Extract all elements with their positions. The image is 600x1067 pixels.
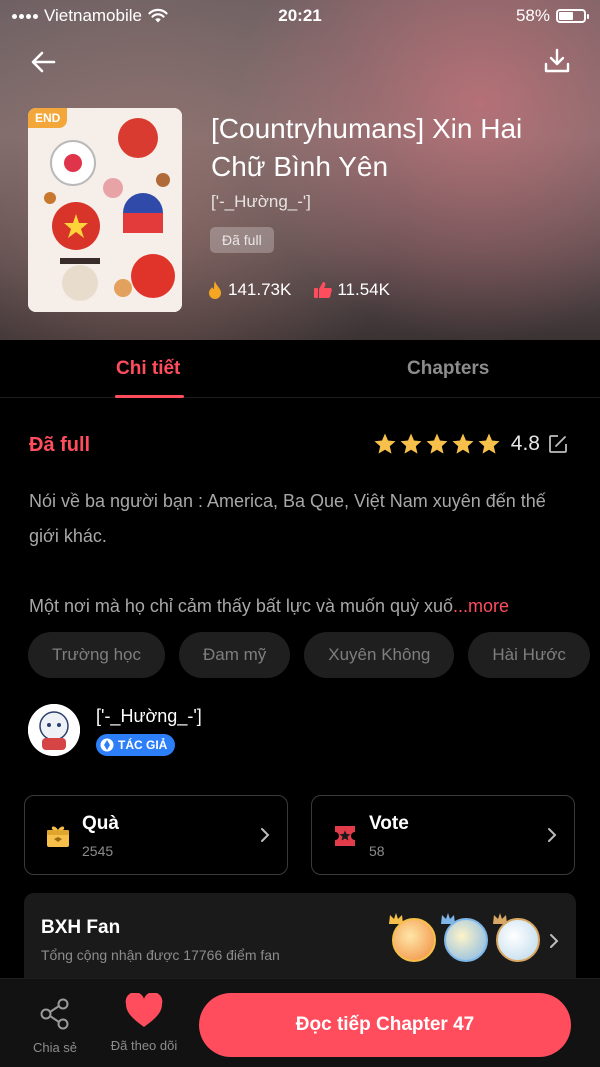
back-arrow-icon[interactable] bbox=[28, 46, 60, 78]
continue-reading-button[interactable]: Đọc tiếp Chapter 47 bbox=[199, 993, 571, 1057]
views-count: 141.73K bbox=[228, 280, 292, 299]
gift-icon bbox=[47, 826, 69, 847]
star-icon bbox=[452, 433, 474, 454]
star-icon bbox=[374, 433, 396, 454]
star-icon bbox=[478, 433, 500, 454]
description-paragraph-2: Một nơi mà họ chỉ cảm thấy bất lực và mu… bbox=[29, 596, 510, 616]
tag-list: Trường học Đam mỹ Xuyên Không Hài Hước bbox=[28, 632, 600, 678]
author-badge-icon bbox=[100, 738, 114, 752]
battery-percent: 58% bbox=[515, 6, 550, 25]
gift-count: 2545 bbox=[82, 843, 114, 859]
vote-ticket-icon bbox=[335, 826, 355, 846]
fan-ranking[interactable]: BXH Fan Tổng cộng nhận được 17766 điểm f… bbox=[24, 893, 576, 988]
avatar-art bbox=[28, 704, 80, 756]
top-fans bbox=[389, 913, 540, 962]
description-paragraph-1: Nói về ba người bạn : America, Ba Que, V… bbox=[29, 491, 546, 546]
thumbs-up-icon bbox=[314, 282, 333, 298]
vote-card[interactable]: Vote 58 bbox=[311, 795, 575, 875]
vote-count: 58 bbox=[369, 843, 385, 859]
share-label: Chia sẻ bbox=[32, 1040, 78, 1055]
cover-art bbox=[28, 108, 182, 312]
tab-chapters[interactable]: Chapters bbox=[407, 358, 489, 380]
completion-status: Đã full bbox=[29, 434, 91, 456]
fan-ranking-title: BXH Fan bbox=[41, 917, 121, 938]
tag-chip[interactable]: Trường học bbox=[28, 632, 165, 678]
crown-icon bbox=[389, 913, 403, 924]
follow-label: Đã theo dõi bbox=[110, 1038, 178, 1053]
tab-details[interactable]: Chi tiết bbox=[116, 358, 180, 380]
book-cover[interactable]: END bbox=[28, 108, 182, 312]
share-button[interactable]: Chia sẻ bbox=[30, 997, 80, 1055]
book-title: [Countryhumans] Xin Hai Chữ Bình Yên bbox=[211, 113, 523, 182]
star-icon bbox=[426, 433, 448, 454]
edit-icon[interactable] bbox=[548, 434, 568, 454]
fan-ranking-subtitle: Tổng cộng nhận được 17766 điểm fan bbox=[41, 947, 280, 963]
more-link[interactable]: ...more bbox=[453, 596, 509, 616]
download-icon[interactable] bbox=[542, 46, 572, 76]
status-bar: Vietnamobile 20:21 58% bbox=[0, 0, 600, 34]
chevron-right-icon bbox=[261, 828, 270, 842]
author-name[interactable]: ['-_Hường_-'] bbox=[96, 706, 202, 727]
vote-label: Vote bbox=[369, 813, 409, 834]
status-time: 20:21 bbox=[278, 6, 322, 25]
chevron-right-icon bbox=[550, 934, 559, 948]
bottom-action-bar: Chia sẻ Đã theo dõi Đọc tiếp Chapter 47 bbox=[0, 978, 600, 1067]
battery-icon bbox=[556, 9, 589, 23]
heart-icon bbox=[125, 992, 163, 1027]
description: Nói về ba người bạn : America, Ba Que, V… bbox=[29, 484, 574, 624]
fan-avatar[interactable] bbox=[493, 913, 540, 962]
book-header: Vietnamobile 20:21 58% END [Countryhuman… bbox=[0, 0, 600, 340]
fire-icon bbox=[209, 281, 221, 299]
author-badge: TÁC GIẢ bbox=[96, 734, 176, 756]
views-stat: 141.73K bbox=[206, 280, 291, 300]
active-tab-indicator bbox=[115, 395, 184, 398]
status-badge: Đã full bbox=[210, 227, 274, 253]
gift-card[interactable]: Quà 2545 bbox=[24, 795, 288, 875]
star-icon bbox=[400, 433, 422, 454]
rating[interactable]: 4.8 bbox=[373, 432, 568, 456]
fan-avatar[interactable] bbox=[441, 913, 488, 962]
book-stats: 141.73K 11.54K bbox=[206, 280, 390, 300]
chevron-right-icon bbox=[548, 828, 557, 842]
share-icon bbox=[40, 998, 69, 1030]
tag-chip[interactable]: Đam mỹ bbox=[178, 632, 291, 678]
author-avatar[interactable] bbox=[28, 704, 80, 756]
rating-value: 4.8 bbox=[510, 432, 540, 455]
gift-label: Quà bbox=[82, 813, 119, 834]
tab-bar: Chi tiết Chapters bbox=[0, 340, 600, 398]
author-badge-label: TÁC GIẢ bbox=[118, 738, 168, 752]
likes-count: 11.54K bbox=[337, 280, 390, 299]
tag-chip[interactable]: Hài Hước bbox=[468, 632, 590, 678]
follow-button[interactable]: Đã theo dõi bbox=[104, 992, 184, 1053]
tag-chip[interactable]: Xuyên Không bbox=[304, 632, 455, 678]
crown-icon bbox=[493, 913, 507, 924]
rating-stars bbox=[373, 432, 501, 456]
battery-level bbox=[559, 12, 573, 20]
end-badge: END bbox=[28, 108, 68, 128]
crown-icon bbox=[441, 913, 455, 924]
likes-stat: 11.54K bbox=[313, 280, 390, 300]
fan-avatar[interactable] bbox=[389, 913, 436, 962]
book-author[interactable]: ['-_Hường_-'] bbox=[211, 192, 311, 212]
